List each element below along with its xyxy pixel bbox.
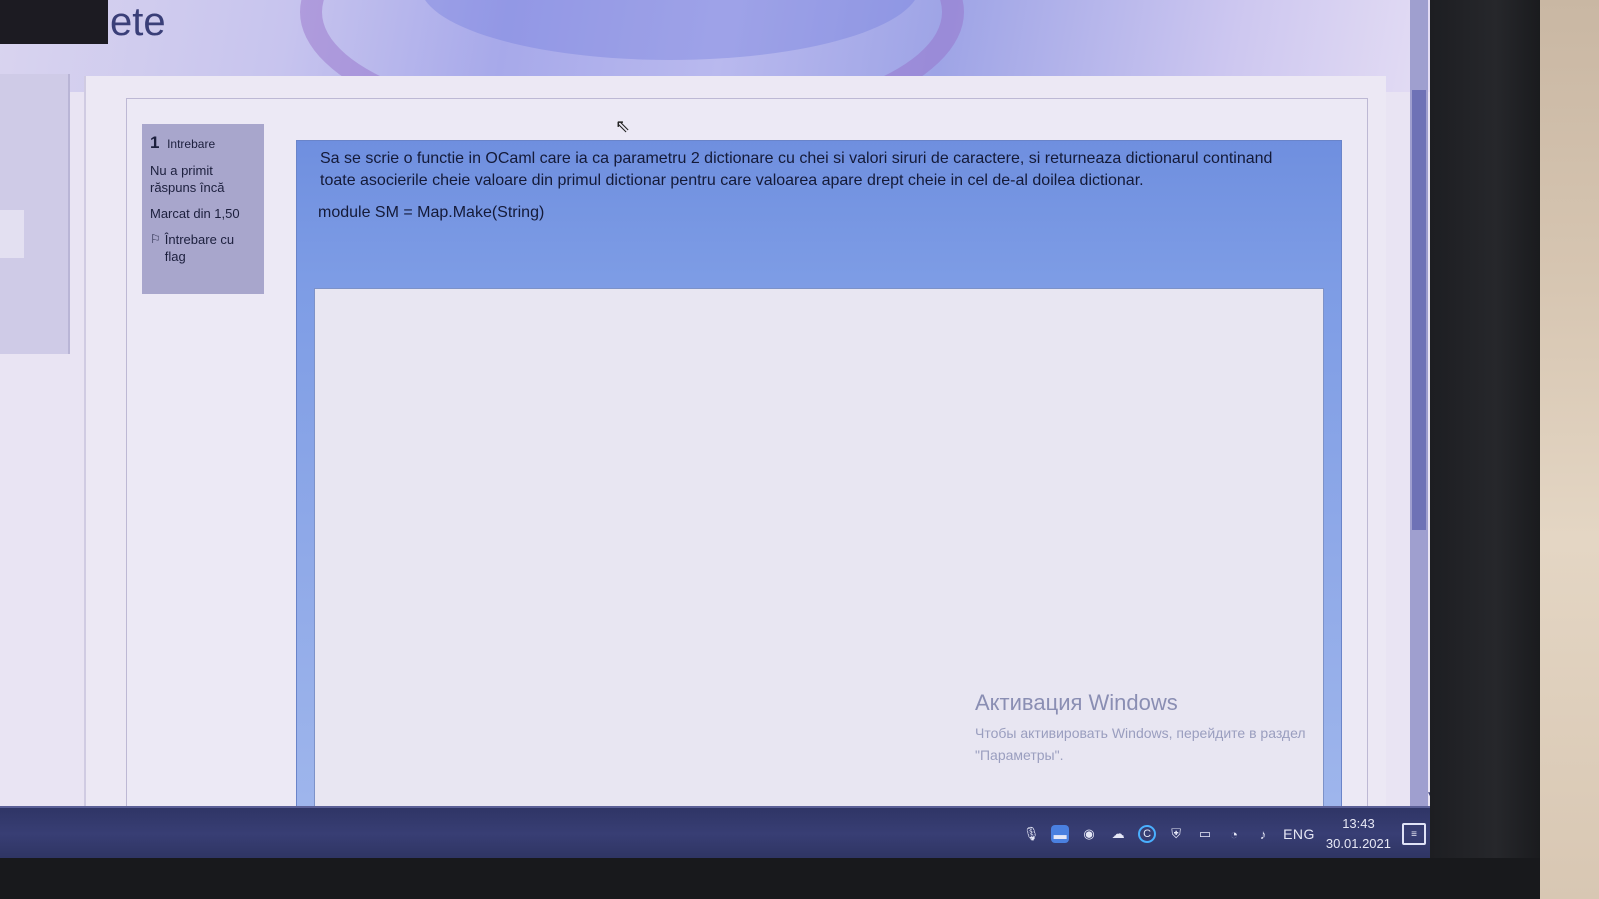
left-panel-item[interactable] [0, 210, 24, 258]
scrollbar-thumb[interactable] [1412, 90, 1426, 530]
system-tray: 🎙 ▬ ◉ ☁ C ⛨ ▭ ◔ ♪ ENG 13:43 30.01.2021 ≡ [1022, 812, 1426, 856]
clock-date: 30.01.2021 [1325, 836, 1391, 851]
clock-time: 13:43 [1342, 816, 1375, 831]
screen: ete 1 Intrebare Nu a primit răspuns încă… [0, 0, 1444, 858]
activation-line-1: Чтобы активировать Windows, перейдите в … [975, 725, 1306, 741]
left-side-panel [0, 74, 70, 354]
activation-line-2: "Параметры". [975, 747, 1064, 763]
volume-icon[interactable]: ♪ [1254, 825, 1272, 843]
flag-icon: ⚐ [150, 232, 161, 246]
globe-icon[interactable]: ◉ [1080, 825, 1098, 843]
mouse-cursor-icon: ⇖ [615, 116, 631, 136]
activation-title: Активация Windows [975, 690, 1178, 715]
question-status: Nu a primit răspuns încă [150, 163, 225, 195]
network-app-icon[interactable]: ☁ [1109, 825, 1127, 843]
question-text: Sa se scrie o functie in OCaml care ia c… [320, 150, 1273, 189]
flag-label: Întrebare cu flag [164, 232, 235, 264]
page-title: ete [110, 0, 166, 44]
windows-taskbar: 🎙 ▬ ◉ ☁ C ⛨ ▭ ◔ ♪ ENG 13:43 30.01.2021 ≡ [0, 806, 1444, 858]
monitor-bezel-right [1430, 0, 1540, 899]
battery-icon[interactable]: ▭ [1196, 825, 1214, 843]
notification-center-icon[interactable]: ≡ [1402, 823, 1426, 845]
wifi-icon[interactable]: ◔ [1225, 825, 1243, 843]
taskbar-clock[interactable]: 13:43 30.01.2021 [1326, 814, 1391, 854]
input-language[interactable]: ENG [1283, 826, 1315, 842]
question-number: 1 [150, 133, 160, 152]
question-code-line: module SM = Map.Make(String) [318, 204, 545, 221]
flag-question-link[interactable]: ⚐ Întrebare cu flag [150, 231, 256, 265]
windows-activation-watermark: Активация Windows Чтобы активировать Win… [975, 690, 1306, 766]
monitor-bezel-bottom [0, 858, 1540, 899]
shield-icon[interactable]: ⛨ [1167, 825, 1185, 843]
question-info-box: 1 Intrebare Nu a primit răspuns încă Mar… [142, 124, 264, 294]
chat-icon[interactable]: ▬ [1051, 825, 1070, 843]
c-app-icon[interactable]: C [1138, 825, 1157, 843]
question-marks: Marcat din 1,50 [150, 206, 240, 221]
question-label: Intrebare [167, 137, 216, 151]
title-obscured-part [0, 0, 108, 44]
microphone-icon[interactable]: 🎙 [1022, 825, 1040, 843]
background-surface [1540, 0, 1599, 899]
